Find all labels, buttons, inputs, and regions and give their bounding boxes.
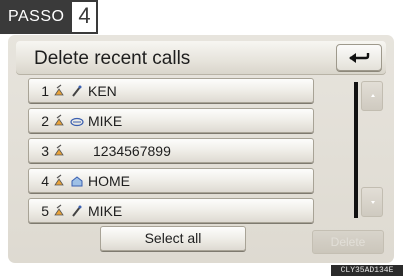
call-index: 4 xyxy=(41,172,49,189)
outgoing-call-icon xyxy=(52,83,68,99)
call-index: 2 xyxy=(41,112,49,129)
screen-title: Delete recent calls xyxy=(34,48,191,69)
call-row-5[interactable]: 5 MIKE xyxy=(28,198,314,223)
mobile-phone-icon xyxy=(69,83,85,99)
figure-code: CLY35AD134E xyxy=(331,265,403,276)
call-name: HOME xyxy=(88,172,130,189)
home-phone-icon xyxy=(69,173,85,189)
call-index: 3 xyxy=(41,142,49,159)
call-row-4[interactable]: 4 HOME xyxy=(28,168,314,193)
outgoing-call-icon xyxy=(52,143,68,159)
select-all-button[interactable]: Select all xyxy=(100,226,246,251)
scroll-up-button[interactable] xyxy=(361,81,383,111)
scroll-down-button[interactable] xyxy=(361,187,383,217)
call-index: 5 xyxy=(41,202,49,219)
outgoing-call-icon xyxy=(52,113,68,129)
call-index: 1 xyxy=(41,82,49,99)
call-row-3[interactable]: 3 1234567899 xyxy=(28,138,314,163)
call-row-1[interactable]: 1 KEN xyxy=(28,78,314,103)
step-number: 4 xyxy=(70,0,99,34)
step-badge: PASSO 4 xyxy=(0,0,99,34)
call-name: MIKE xyxy=(88,202,123,219)
outgoing-call-icon xyxy=(52,173,68,189)
delete-button[interactable]: Delete xyxy=(312,230,384,254)
call-name: KEN xyxy=(88,82,117,99)
step-label: PASSO xyxy=(0,0,71,34)
scroll-down-icon xyxy=(371,201,375,204)
screen-header: Delete recent calls xyxy=(16,41,386,75)
scrollbar[interactable] xyxy=(354,82,358,218)
screen-panel: Delete recent calls 1 KEN 2 MIKE 3 12345… xyxy=(8,35,394,263)
call-name: MIKE xyxy=(88,112,123,129)
outgoing-call-icon xyxy=(52,203,68,219)
return-arrow-icon xyxy=(349,52,370,63)
scroll-up-icon xyxy=(371,94,375,97)
call-number: 1234567899 xyxy=(93,142,171,159)
phone-handset-icon xyxy=(69,113,85,129)
call-row-2[interactable]: 2 MIKE xyxy=(28,108,314,133)
back-button[interactable] xyxy=(336,44,382,71)
mobile-phone-icon xyxy=(69,203,85,219)
